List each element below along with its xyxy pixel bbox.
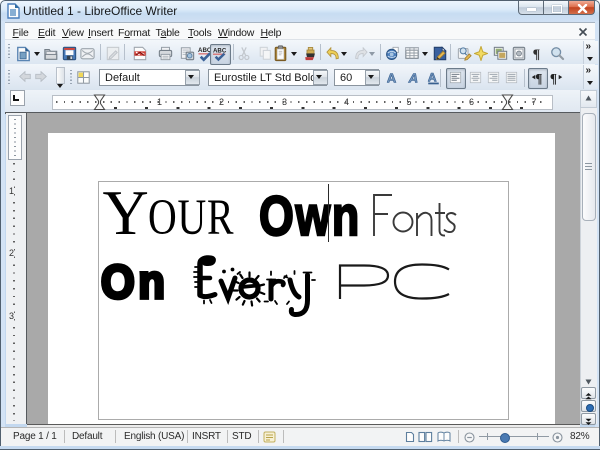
svg-text:¶: ¶	[535, 71, 542, 85]
svg-text:A: A	[408, 71, 419, 84]
svg-text:¶: ¶	[533, 46, 541, 61]
svg-text:A: A	[387, 71, 397, 84]
svg-text:A: A	[428, 71, 437, 85]
svg-text:¶: ¶	[550, 71, 557, 85]
